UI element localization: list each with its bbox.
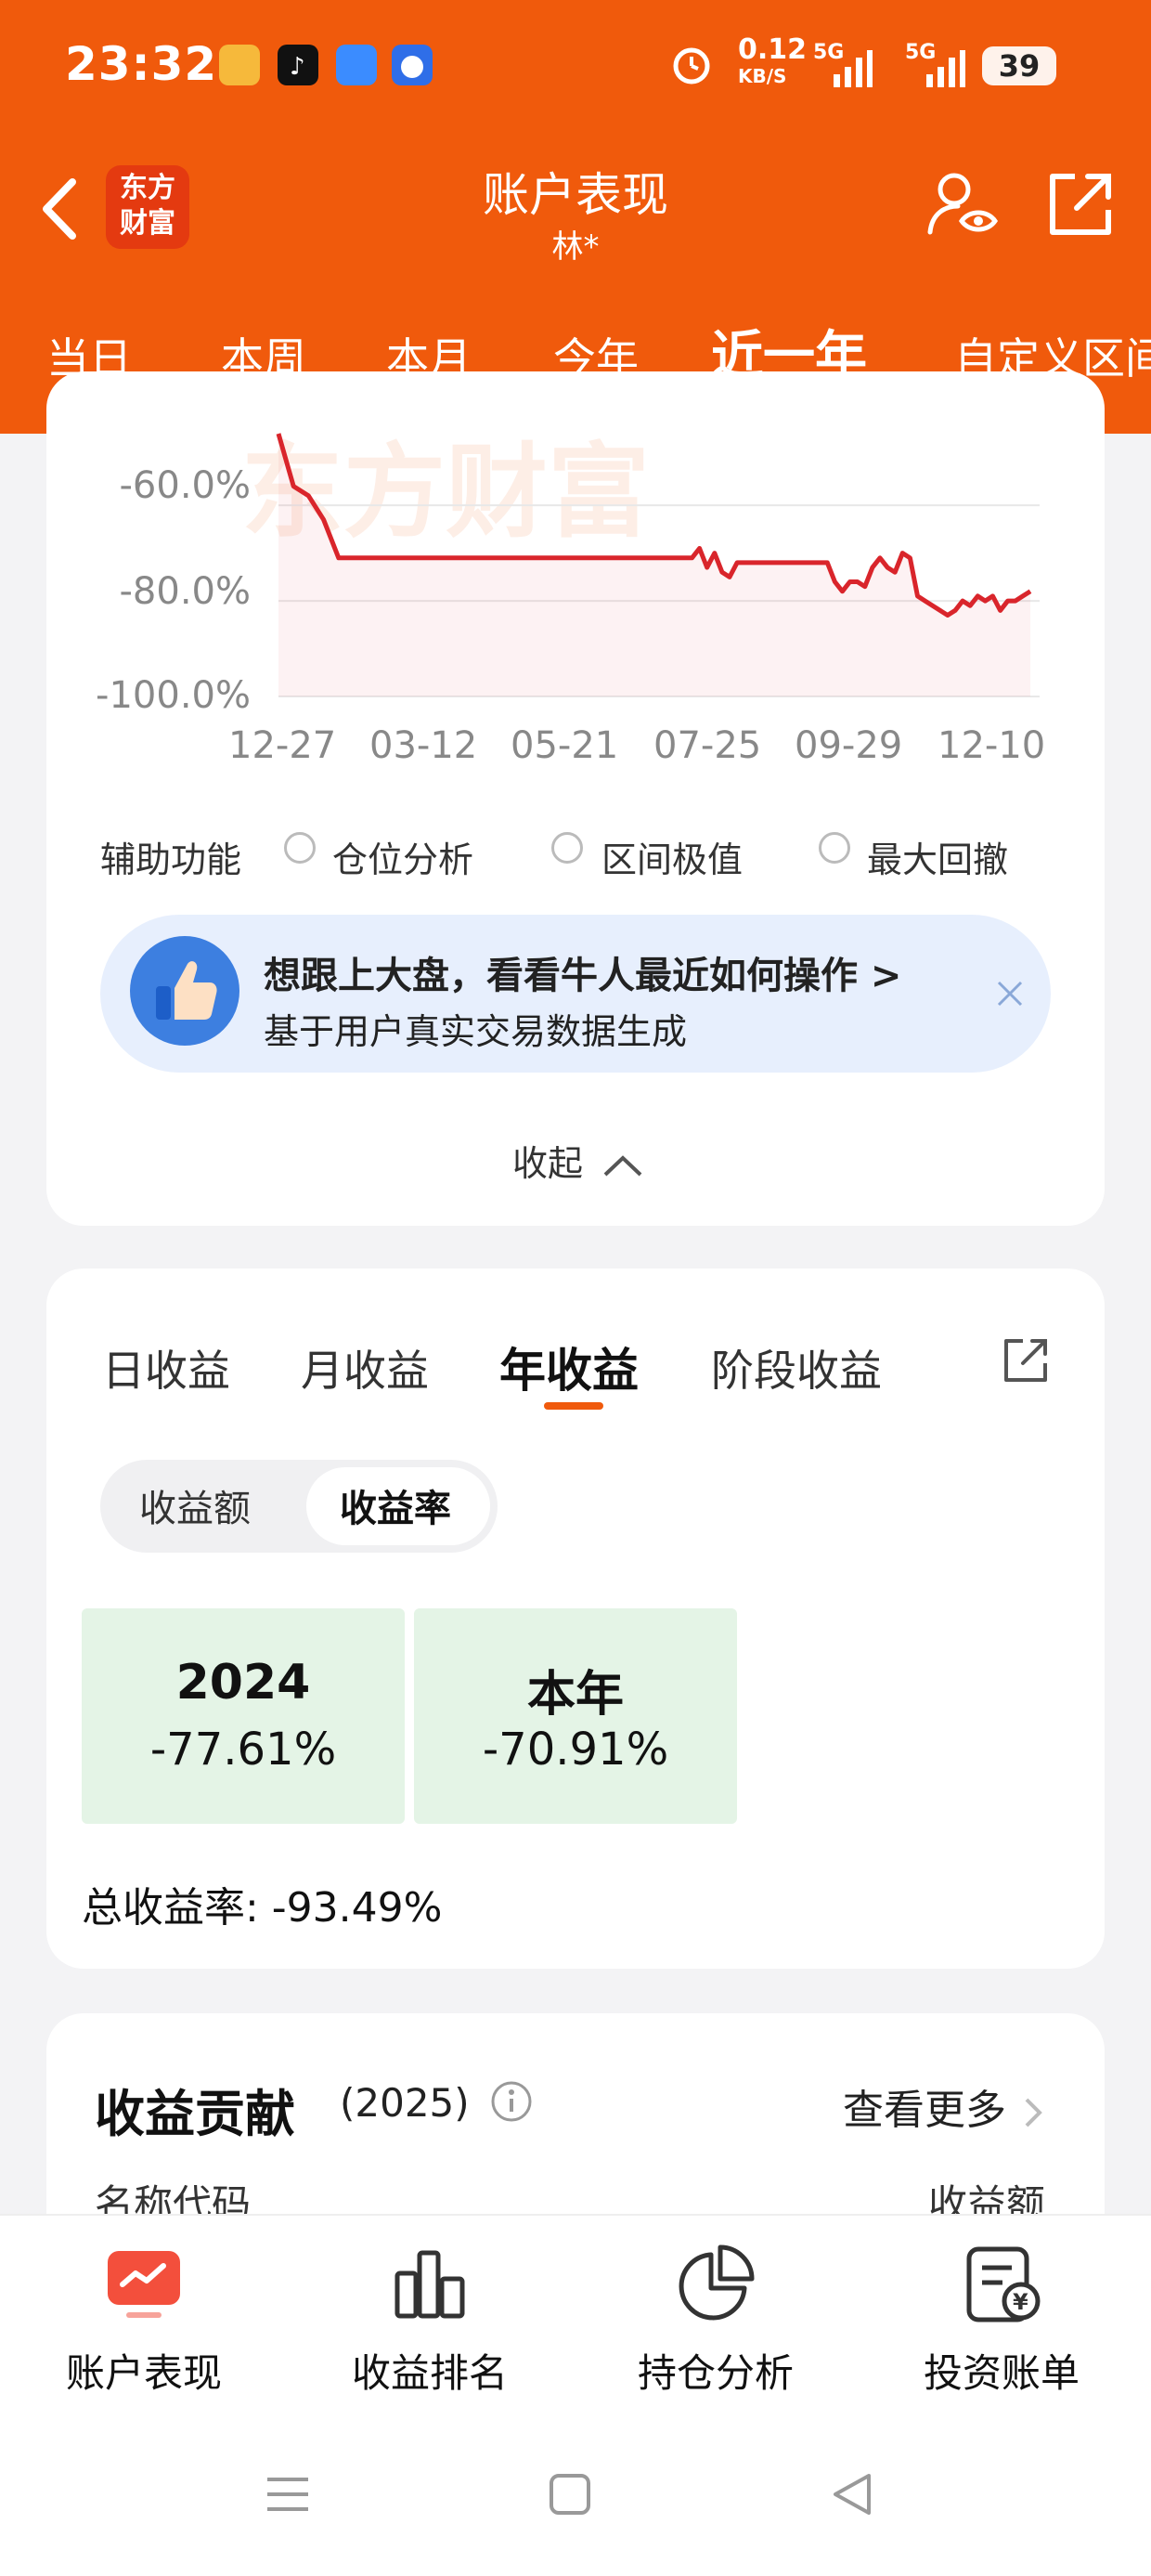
- collapse-label: 收起: [512, 1143, 584, 1184]
- pie-chart-icon[interactable]: [674, 2242, 757, 2325]
- tab-yearly-returns[interactable]: 年收益: [499, 1334, 639, 1400]
- x-tick-label: 03-12: [369, 724, 478, 767]
- year-return-value: -77.61%: [149, 1724, 337, 1776]
- year-return-value: -70.91%: [482, 1724, 669, 1776]
- chevron-up-icon: [603, 1154, 642, 1176]
- export-icon[interactable]: [999, 1334, 1053, 1387]
- x-tick-label: 07-25: [653, 724, 762, 767]
- account-performance-icon[interactable]: [102, 2242, 186, 2325]
- back-triangle-icon[interactable]: [824, 2466, 880, 2522]
- chevron-right-icon: [1025, 2098, 1042, 2127]
- svg-text:¥: ¥: [1013, 2289, 1028, 2315]
- view-more-link[interactable]: 查看更多: [843, 2076, 1047, 2136]
- y-tick-label: -60.0%: [119, 464, 251, 507]
- info-icon[interactable]: [490, 2080, 533, 2123]
- thumbs-up-icon: [130, 936, 239, 1046]
- toggle-gain-rate[interactable]: 收益率: [340, 1478, 451, 1532]
- contribution-year: (2025): [340, 2080, 470, 2126]
- x-tick-label: 09-29: [795, 724, 903, 767]
- option-max-drawdown[interactable]: 最大回撤: [867, 831, 1008, 882]
- tab-monthly-returns[interactable]: 月收益: [301, 1337, 429, 1399]
- banner-subtitle: 基于用户真实交易数据生成: [264, 1011, 688, 1052]
- collapse-button[interactable]: 收起: [512, 1135, 644, 1186]
- year-label: 本年: [526, 1667, 624, 1723]
- nav-investment-bill[interactable]: 投资账单: [890, 2342, 1113, 2399]
- year-label: 2024: [175, 1655, 311, 1711]
- radio-position-analysis[interactable]: [284, 832, 316, 864]
- option-range-extremes[interactable]: 区间极值: [601, 831, 743, 882]
- returns-tab-indicator: [544, 1402, 603, 1410]
- nav-profit-ranking[interactable]: 收益排名: [318, 2342, 541, 2399]
- bill-icon[interactable]: ¥: [960, 2242, 1043, 2325]
- home-icon[interactable]: [542, 2466, 598, 2522]
- radio-range-extremes[interactable]: [551, 832, 583, 864]
- option-position-analysis[interactable]: 仓位分析: [332, 831, 473, 882]
- bar-chart-icon[interactable]: [388, 2242, 472, 2325]
- toggle-gain-amount[interactable]: 收益额: [139, 1478, 251, 1532]
- nav-holdings-analysis[interactable]: 持仓分析: [604, 2342, 827, 2399]
- tab-daily-returns[interactable]: 日收益: [102, 1337, 230, 1399]
- menu-icon[interactable]: [260, 2466, 316, 2522]
- nav-account-performance[interactable]: 账户表现: [32, 2342, 255, 2399]
- y-tick-label: -100.0%: [96, 674, 251, 717]
- contribution-title: 收益贡献: [95, 2085, 295, 2143]
- year-return-box[interactable]: 本年 -70.91%: [414, 1608, 737, 1824]
- tab-stage-returns[interactable]: 阶段收益: [711, 1337, 882, 1399]
- x-tick-label: 12-10: [938, 724, 1046, 767]
- aux-functions-label: 辅助功能: [100, 839, 242, 880]
- banner-title[interactable]: 想跟上大盘，看看牛人最近如何操作 >: [264, 945, 901, 999]
- x-tick-label: 12-27: [228, 724, 337, 767]
- radio-max-drawdown[interactable]: [819, 832, 850, 864]
- x-tick-label: 05-21: [511, 724, 619, 767]
- close-icon[interactable]: [991, 975, 1028, 1012]
- return-series-area: [278, 434, 1030, 696]
- total-return-rate: 总收益率: -93.49%: [82, 1884, 443, 1932]
- year-return-box[interactable]: 2024 -77.61%: [82, 1608, 405, 1824]
- view-more-label: 查看更多: [843, 2087, 1006, 2134]
- y-tick-label: -80.0%: [119, 570, 251, 613]
